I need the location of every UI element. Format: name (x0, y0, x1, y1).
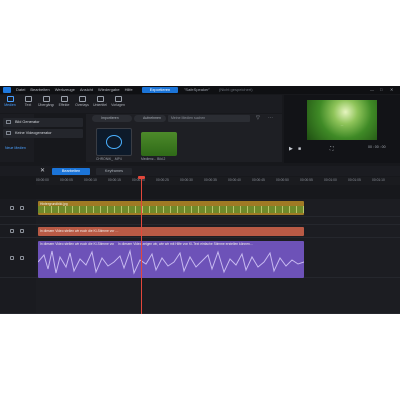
export-button[interactable]: Exportieren (142, 87, 178, 93)
ruler-tick: 00:00:50 (276, 178, 289, 182)
maximize-icon[interactable]: □ (380, 87, 382, 92)
preview-overlay-text: … (340, 123, 344, 127)
ruler-tick: 00:00:25 (156, 178, 169, 182)
import-tab[interactable]: Importieren (92, 115, 132, 122)
video-icon (6, 131, 11, 135)
record-tab[interactable]: Aufnehmen (134, 115, 166, 122)
media-thumb-video[interactable] (96, 128, 132, 156)
ruler-tick: 00:01:05 (348, 178, 361, 182)
music-icon (106, 135, 122, 149)
ruler-tick: 00:00:45 (252, 178, 265, 182)
close-icon[interactable]: ✕ (390, 87, 393, 92)
media-thumb-image[interactable] (141, 132, 177, 156)
ruler-tick: 00:00:05 (60, 178, 73, 182)
audio-waveform (38, 249, 304, 275)
play-icon[interactable]: ▶ (289, 146, 293, 152)
ruler-tick: 00:00:10 (84, 178, 97, 182)
preview-timecode: 00 : 00 : 00 (368, 145, 386, 149)
templates-icon (114, 96, 122, 102)
video-clip[interactable]: Hintergrundbild.jpg (38, 201, 304, 215)
fullscreen-icon[interactable]: ⛶ (330, 146, 334, 152)
effects-icon (60, 96, 68, 102)
tool-subtitles[interactable]: Untertitel (92, 96, 108, 107)
audio-clip[interactable]: In diesem Video stellen wir euch die KI-… (38, 241, 304, 278)
speaker-icon[interactable] (10, 256, 14, 260)
track-header-extra (0, 278, 36, 314)
image-generator-button[interactable]: Bild Generator (3, 118, 83, 127)
playhead[interactable] (141, 177, 142, 314)
stop-icon[interactable]: ■ (298, 146, 301, 152)
ruler-tick: 00:00:00 (36, 178, 49, 182)
text-clip-label: In diesem Video stellen wir euch die KI-… (40, 229, 119, 233)
lock-icon[interactable] (20, 256, 24, 260)
text-clip[interactable]: In diesem Video stellen wir euch die KI-… (38, 227, 304, 236)
tool-media[interactable]: Medien (2, 96, 18, 107)
track-header-empty (0, 217, 36, 225)
minimize-icon[interactable]: — (370, 87, 374, 92)
ruler-tick: 00:01:10 (372, 178, 385, 182)
tab-edit[interactable]: Bearbeiten (52, 168, 90, 175)
audio-clip-label-1: In diesem Video stellen wir euch die KI-… (40, 242, 114, 246)
menu-item-help[interactable]: Hilfe (125, 87, 133, 92)
track-header-audio (0, 238, 36, 278)
ruler-tick: 00:00:40 (228, 178, 241, 182)
menu-bar: Datei Bearbeiten Werkzeuge Ansicht Wiede… (16, 87, 133, 92)
new-media-link[interactable]: Neue Medien (5, 146, 26, 150)
text-icon (24, 96, 32, 102)
menu-item-view[interactable]: Ansicht (80, 87, 93, 92)
ruler-tick: 00:00:15 (108, 178, 121, 182)
lock-icon[interactable] (20, 229, 24, 233)
eye-icon[interactable] (10, 206, 14, 210)
tool-text[interactable]: Text (20, 96, 36, 107)
track-header-text (0, 225, 36, 238)
media-search-input[interactable]: Meine Medien suchen (168, 115, 250, 122)
project-status: (Nicht gespeichert) (219, 87, 253, 92)
ruler-tick: 00:00:30 (180, 178, 193, 182)
tool-effects[interactable]: Effekte (56, 96, 72, 107)
video-filmstrip (38, 206, 304, 213)
app-logo-icon (3, 87, 11, 93)
tool-overlays[interactable]: Overlays (74, 96, 90, 107)
subtitles-icon (96, 96, 104, 102)
image-icon (6, 120, 11, 124)
filter-icon[interactable]: ▽ (256, 115, 260, 121)
ruler-tick: 00:00:55 (300, 178, 313, 182)
video-generator-button[interactable]: Keine Videogenerator (3, 129, 83, 138)
track-extra[interactable] (36, 278, 400, 314)
ruler-tick: 00:00:35 (204, 178, 217, 182)
app-window: Datei Bearbeiten Werkzeuge Ansicht Wiede… (0, 86, 400, 314)
overlays-icon (78, 96, 86, 102)
transitions-icon (42, 96, 50, 102)
eye-icon[interactable] (10, 229, 14, 233)
tool-templates[interactable]: Vorlagen (110, 96, 126, 107)
tab-keyframes[interactable]: Keyframes (96, 168, 132, 175)
project-name: "SafeSpeaker" (184, 87, 210, 92)
track-empty[interactable] (36, 217, 400, 225)
ruler-tick: 00:01:00 (324, 178, 337, 182)
more-icon[interactable]: ⋯ (268, 115, 273, 121)
thumb2-caption: Medienz... Bild.2 (141, 157, 166, 161)
preview-image (307, 100, 377, 140)
track-header-video (0, 199, 36, 217)
menu-item-edit[interactable]: Bearbeiten (30, 87, 49, 92)
menu-item-tools[interactable]: Werkzeuge (55, 87, 75, 92)
menu-item-file[interactable]: Datei (16, 87, 25, 92)
audio-clip-label-2: In diesem Video zeigen wir, wie wir mit … (118, 242, 254, 246)
tool-transitions[interactable]: Übergänge (38, 96, 54, 107)
menu-item-playback[interactable]: Wiedergabe (98, 87, 120, 92)
thumb1-caption: CHRONIK_ .MP4 (96, 157, 122, 161)
lock-icon[interactable] (20, 206, 24, 210)
media-icon (6, 96, 14, 102)
split-icon[interactable]: ✕ (40, 167, 45, 174)
